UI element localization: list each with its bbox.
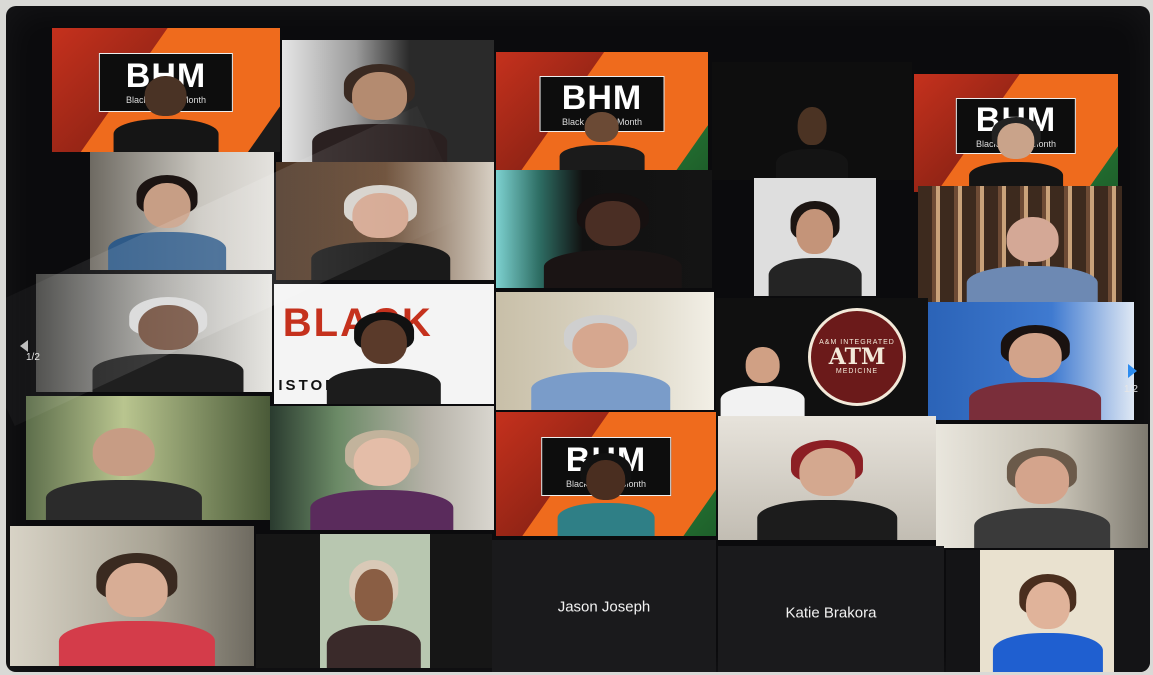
participant-avatar — [311, 60, 448, 164]
participant-avatar — [108, 171, 227, 270]
participant-avatar — [543, 189, 682, 288]
video-tile[interactable] — [496, 170, 712, 288]
video-tile[interactable] — [276, 162, 494, 280]
video-grid: BHM Black History Month BHM Black Histor… — [6, 6, 1150, 672]
participant-avatar — [58, 548, 215, 666]
participant-avatar — [969, 114, 1063, 192]
participant-avatar — [992, 570, 1104, 672]
participant-avatar — [113, 65, 219, 152]
participant-avatar — [310, 181, 451, 280]
video-tile[interactable] — [10, 526, 254, 666]
participant-avatar — [720, 338, 806, 416]
participant-avatar — [974, 444, 1110, 548]
video-tile-bhm[interactable]: BHM Black History Month — [496, 52, 708, 170]
video-tile[interactable] — [36, 274, 272, 392]
video-tile-bhm[interactable]: BHM Black History Month — [914, 74, 1118, 192]
participant-avatar — [45, 416, 202, 520]
participant-avatar — [310, 426, 454, 530]
participant-avatar — [326, 555, 422, 668]
next-page-arrow-icon[interactable] — [1128, 364, 1137, 378]
participant-name: Katie Brakora — [785, 604, 877, 622]
participant-avatar — [969, 321, 1102, 420]
participant-avatar — [326, 308, 442, 404]
video-tile[interactable]: A&M INTEGRATED ATM MEDICINE — [716, 298, 928, 416]
participant-avatar — [557, 449, 655, 536]
video-tile-active-speaker[interactable]: BHM Black History Month — [52, 28, 280, 152]
seal-bottom-text: MEDICINE — [835, 368, 879, 375]
participant-avatar — [966, 205, 1098, 304]
video-tile[interactable] — [946, 550, 1150, 672]
video-tile[interactable] — [496, 292, 714, 410]
page-indicator-right: 1/2 — [1124, 384, 1138, 395]
video-tile[interactable] — [282, 40, 494, 164]
video-tile[interactable] — [718, 416, 936, 540]
video-tile[interactable] — [918, 186, 1122, 304]
video-tile-bhm[interactable]: BHM Black History Month — [496, 412, 716, 536]
texas-am-integrated-medicine-seal: A&M INTEGRATED ATM MEDICINE — [808, 308, 906, 406]
video-tile[interactable] — [90, 152, 274, 270]
seal-mark: ATM — [828, 344, 886, 370]
video-tile[interactable] — [712, 62, 912, 180]
page-indicator-left: 1/2 — [26, 352, 40, 363]
participant-avatar — [768, 197, 862, 296]
participant-avatar — [92, 293, 244, 392]
video-tile-black-history[interactable]: BLACK ISTORY MONTH — [274, 284, 494, 404]
participant-avatar — [559, 104, 645, 170]
previous-page-icon[interactable] — [20, 340, 28, 352]
video-tile-name-only[interactable]: Jason Joseph — [492, 540, 716, 672]
participant-name: Jason Joseph — [557, 598, 651, 616]
video-tile[interactable] — [256, 534, 492, 668]
video-tile[interactable] — [270, 406, 494, 530]
video-tile[interactable] — [936, 424, 1148, 548]
video-tile[interactable] — [26, 396, 270, 520]
video-tile[interactable] — [754, 178, 876, 296]
participant-avatar — [776, 97, 848, 180]
video-tile[interactable] — [928, 302, 1134, 420]
video-tile-name-only[interactable]: Katie Brakora — [718, 546, 944, 672]
participant-avatar — [530, 311, 671, 410]
participant-avatar — [757, 436, 897, 540]
